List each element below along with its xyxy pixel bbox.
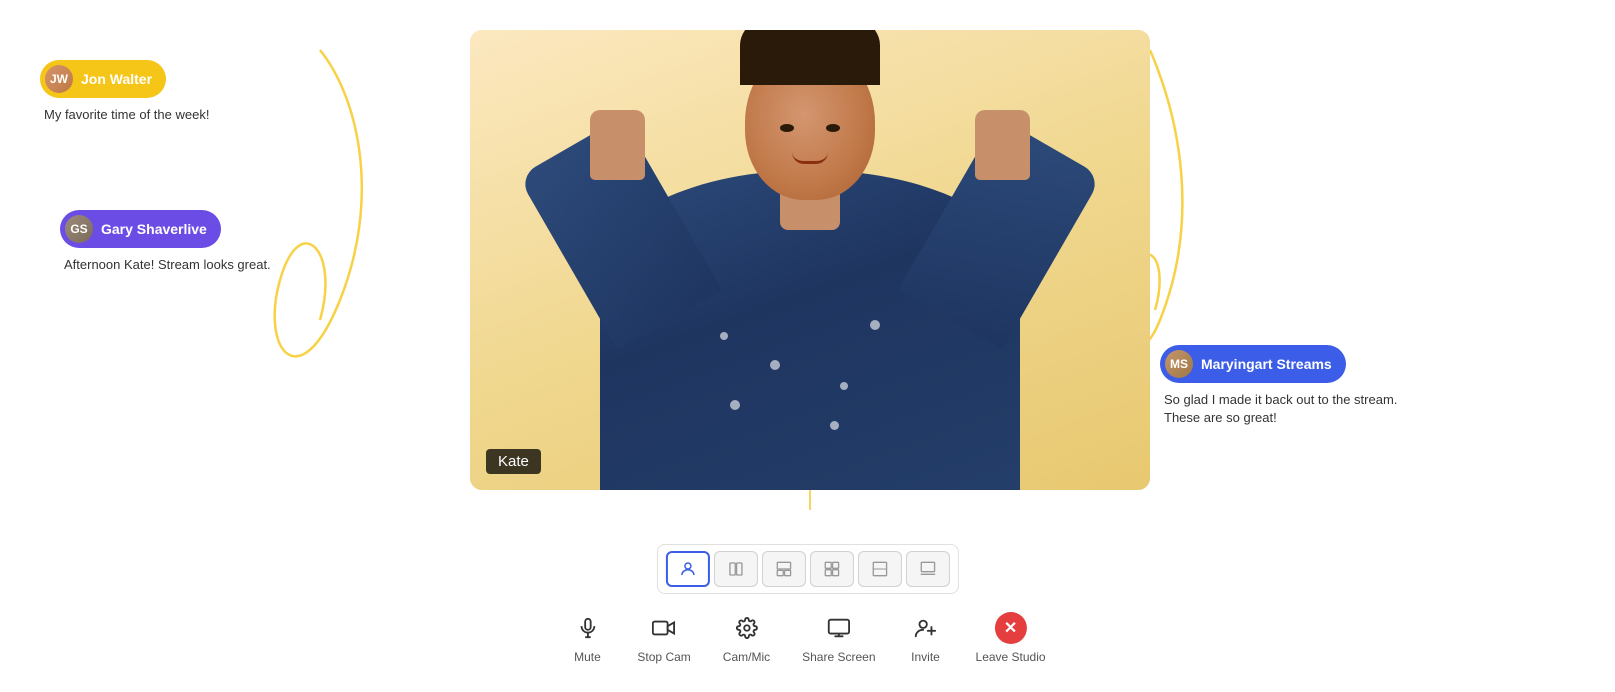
toolbar: Mute Stop Cam Cam/Mic	[553, 544, 1061, 672]
video-name-badge: Kate	[486, 449, 541, 474]
mute-button[interactable]: Mute	[569, 610, 605, 664]
camera-icon	[646, 610, 682, 646]
layout-b-icon	[776, 561, 792, 577]
stop-cam-button[interactable]: Stop Cam	[637, 610, 690, 664]
layout-btn-6[interactable]	[906, 551, 950, 587]
chat-bubble-gary: GS Gary Shaverlive Afternoon Kate! Strea…	[60, 210, 275, 274]
main-toolbar: Mute Stop Cam Cam/Mic	[553, 602, 1061, 672]
invite-button[interactable]: Invite	[908, 610, 944, 664]
leave-icon: ✕	[993, 610, 1029, 646]
chat-bubble-mary: MS Maryingart Streams So glad I made it …	[1160, 345, 1420, 427]
cam-mic-button[interactable]: Cam/Mic	[723, 610, 770, 664]
layout-selector	[657, 544, 959, 594]
video-area: Kate	[470, 30, 1150, 490]
layout-e-icon	[920, 561, 936, 577]
avatar-mary: MS	[1165, 350, 1193, 378]
person-add-icon	[908, 610, 944, 646]
layout-btn-3[interactable]	[762, 551, 806, 587]
layout-a-icon	[728, 561, 744, 577]
leave-studio-button[interactable]: ✕ Leave Studio	[976, 610, 1046, 664]
layout-c-icon	[824, 561, 840, 577]
layout-btn-person[interactable]	[666, 551, 710, 587]
video-background	[470, 30, 1150, 490]
bubble-header-gary: GS Gary Shaverlive	[60, 210, 221, 248]
avatar-gary: GS	[65, 215, 93, 243]
settings-icon	[728, 610, 764, 646]
monitor-icon	[821, 610, 857, 646]
share-screen-button[interactable]: Share Screen	[802, 610, 875, 664]
layout-btn-2[interactable]	[714, 551, 758, 587]
bubble-header-mary: MS Maryingart Streams	[1160, 345, 1346, 383]
layout-d-icon	[872, 561, 888, 577]
chat-bubble-jon: JW Jon Walter My favorite time of the we…	[40, 60, 213, 124]
bubble-header-jon: JW Jon Walter	[40, 60, 166, 98]
mic-icon	[569, 610, 605, 646]
person-icon	[679, 560, 697, 578]
layout-btn-5[interactable]	[858, 551, 902, 587]
layout-btn-4[interactable]	[810, 551, 854, 587]
avatar-jon: JW	[45, 65, 73, 93]
